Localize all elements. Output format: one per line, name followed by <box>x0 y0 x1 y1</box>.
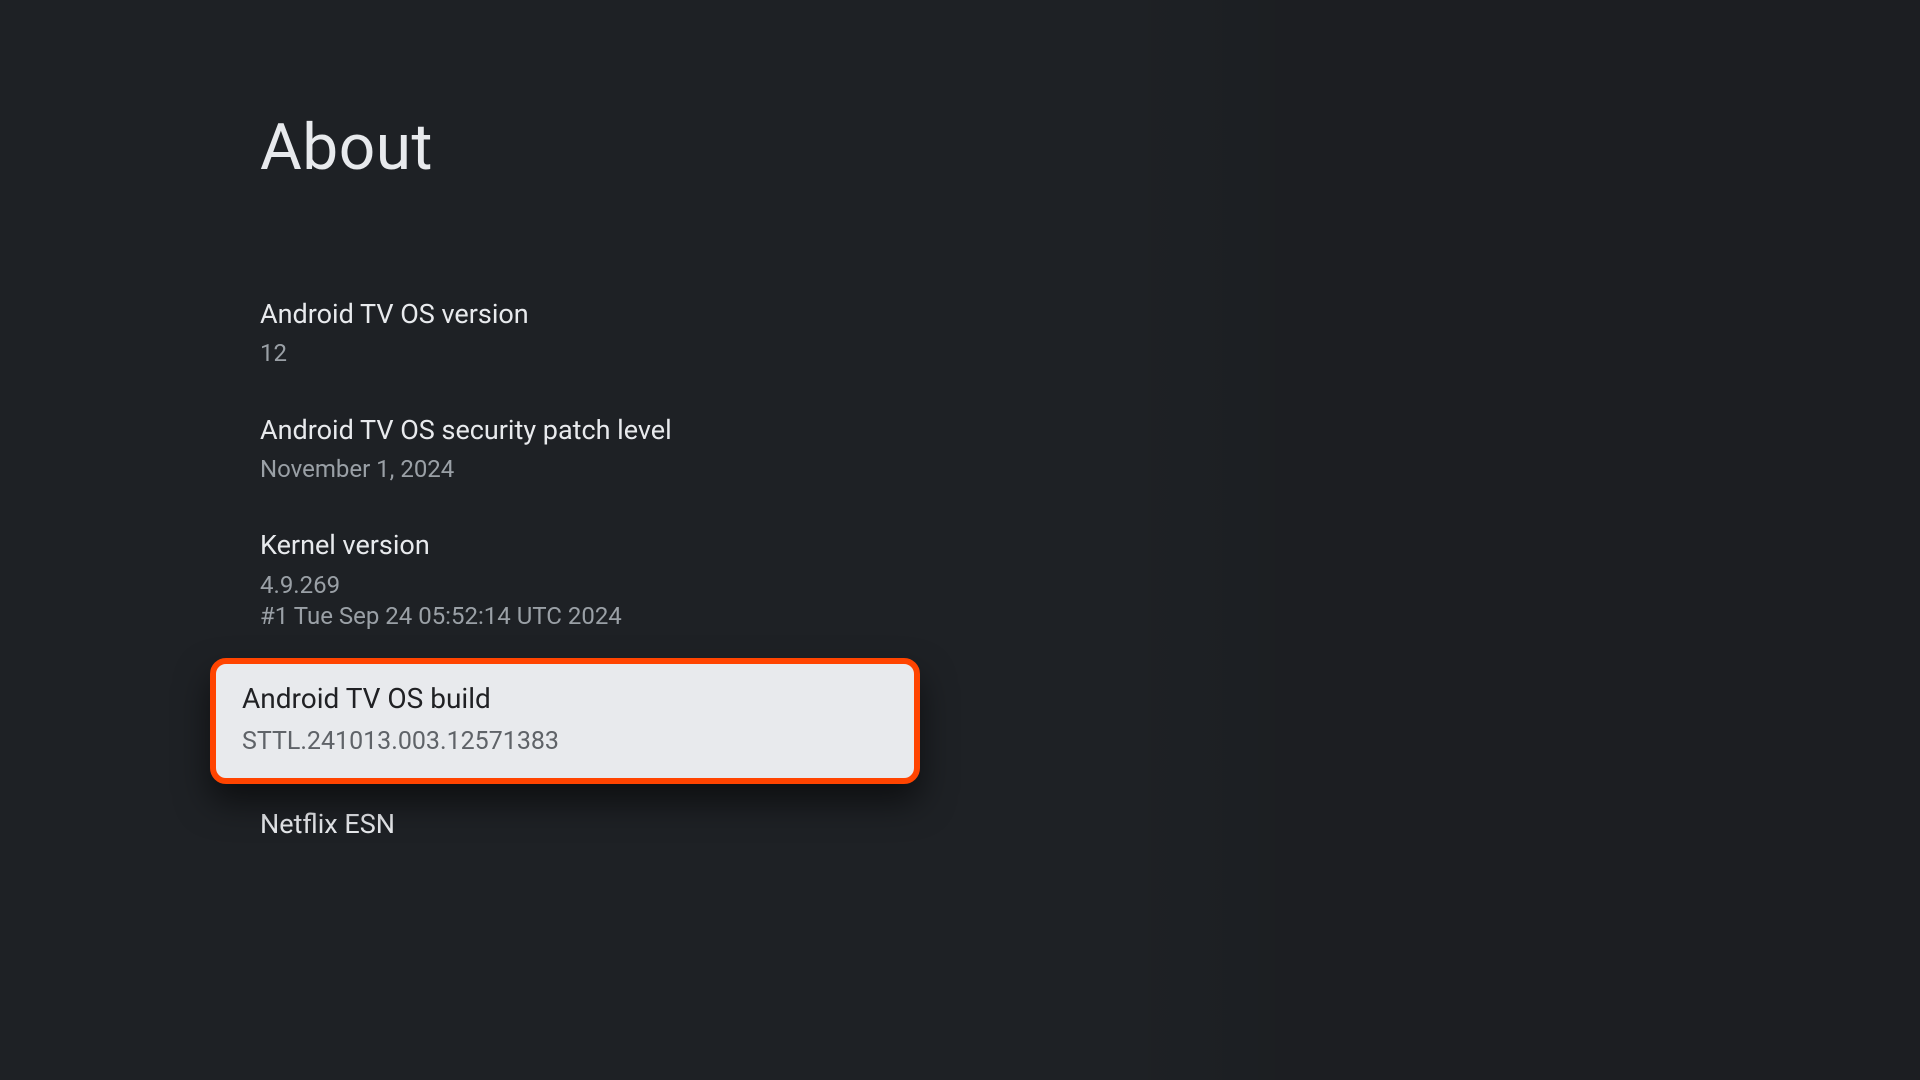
item-security-patch[interactable]: Android TV OS security patch level Novem… <box>260 396 970 512</box>
item-subtitle: November 1, 2024 <box>260 454 970 485</box>
item-os-version[interactable]: Android TV OS version 12 <box>260 280 970 396</box>
item-os-build[interactable]: Android TV OS build STTL.241013.003.1257… <box>210 658 920 784</box>
item-title: Netflix ESN <box>260 806 970 842</box>
item-subtitle: 4.9.269 #1 Tue Sep 24 05:52:14 UTC 2024 <box>260 570 970 632</box>
page-title: About <box>260 110 1920 185</box>
item-title: Android TV OS security patch level <box>260 412 970 448</box>
item-subtitle: STTL.241013.003.12571383 <box>242 726 888 759</box>
item-kernel-version[interactable]: Kernel version 4.9.269 #1 Tue Sep 24 05:… <box>260 511 970 658</box>
about-list: Android TV OS version 12 Android TV OS s… <box>260 280 970 869</box>
item-netflix-esn[interactable]: Netflix ESN <box>260 790 970 868</box>
item-title: Kernel version <box>260 527 970 563</box>
item-subtitle: 12 <box>260 338 970 369</box>
item-title: Android TV OS version <box>260 296 970 332</box>
item-title: Android TV OS build <box>242 680 888 718</box>
about-page: About Android TV OS version 12 Android T… <box>0 0 1920 1080</box>
